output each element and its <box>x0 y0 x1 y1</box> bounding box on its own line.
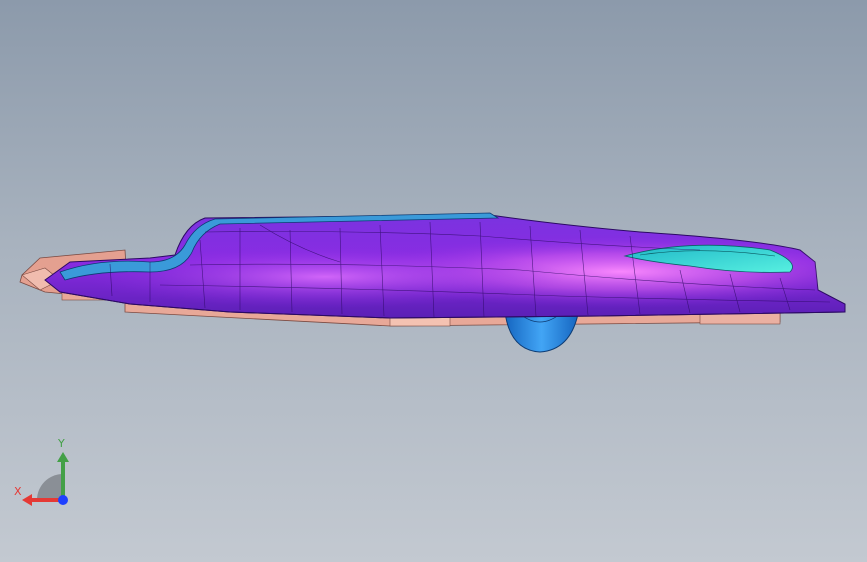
bottom-knob <box>504 311 579 353</box>
3d-viewport[interactable]: Y X <box>0 0 867 562</box>
triad-wedge <box>37 474 63 500</box>
y-axis-label: Y <box>58 437 65 450</box>
z-axis-dot <box>58 495 68 505</box>
cad-model-view[interactable] <box>0 0 867 562</box>
x-axis-label: X <box>14 485 22 498</box>
axis-triad: Y X <box>14 438 76 508</box>
